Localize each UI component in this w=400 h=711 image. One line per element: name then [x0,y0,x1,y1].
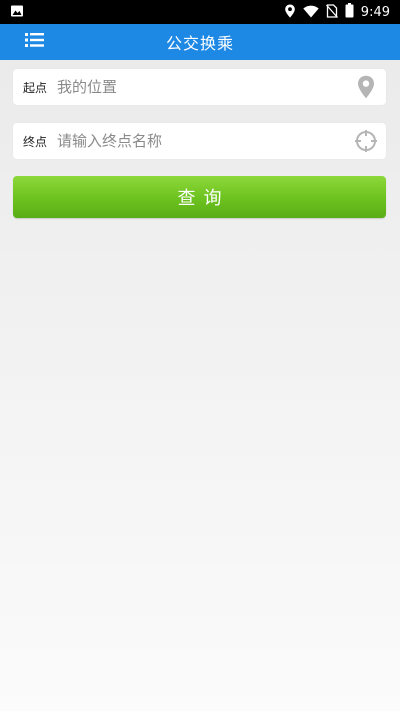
menu-button[interactable] [22,32,48,52]
image-icon [10,3,24,22]
end-label: 终点 [23,134,48,149]
page-title: 公交换乘 [165,34,234,53]
status-bar: 9:49 [0,0,400,24]
start-input[interactable] [55,69,346,105]
map-pin-icon[interactable] [346,69,386,105]
start-label: 起点 [23,80,48,95]
location-icon [284,3,296,22]
status-right: 9:49 [284,2,390,22]
list-menu-icon [25,32,45,52]
end-input[interactable] [55,123,346,159]
start-field: 起点 [13,69,386,105]
crosshair-icon[interactable] [346,123,386,159]
query-button[interactable]: 查询 [13,176,386,218]
battery-icon [345,2,354,22]
app-bar: 公交换乘 [0,24,400,60]
status-time: 9:49 [360,4,390,20]
status-left [10,3,24,22]
end-field: 终点 [13,123,386,159]
no-sim-icon [325,3,338,22]
wifi-icon [303,3,319,22]
